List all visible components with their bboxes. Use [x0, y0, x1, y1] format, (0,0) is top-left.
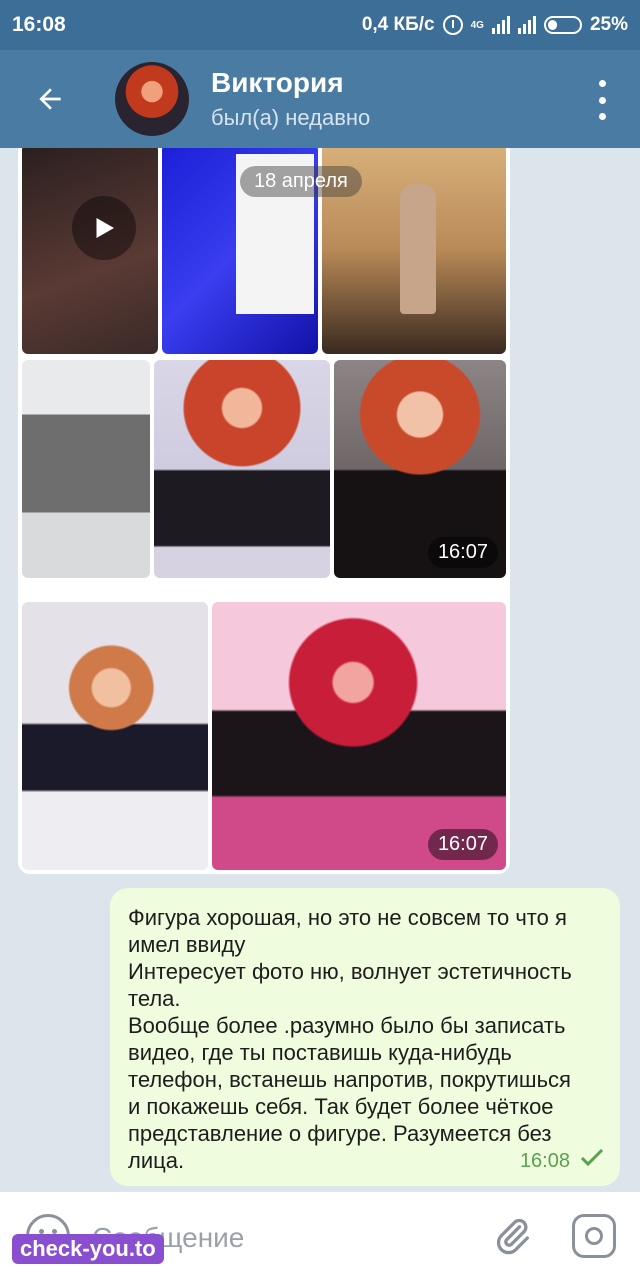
battery-level: 25% [589, 14, 628, 35]
message-time: 16:08 [519, 1149, 570, 1172]
message-line: тела. [128, 986, 181, 1011]
paperclip-icon[interactable] [492, 1216, 532, 1256]
message-line: и покажешь себя. Так будет более чёткое [128, 1094, 554, 1119]
message-line: Интересует фото ню, волнует эстетичность [128, 959, 572, 984]
photo-reading[interactable] [154, 360, 330, 578]
camera-icon[interactable] [572, 1214, 616, 1258]
photo-group-2-time: 16:07 [427, 829, 498, 860]
signal-icon [491, 16, 510, 34]
photo-group-1-time: 16:07 [427, 537, 498, 568]
message-line: Вообще более .разумно было бы записать [128, 1013, 566, 1038]
network-speed: 0,4 КБ/с [361, 14, 435, 35]
back-arrow-icon [39, 88, 61, 110]
message-line: Фигура хорошая, но это не совсем то что … [128, 905, 567, 930]
photo-bed-book[interactable] [22, 602, 208, 870]
signal-icon-2 [517, 16, 536, 34]
avatar[interactable] [115, 62, 189, 136]
contact-status: был(а) недавно [211, 105, 371, 130]
photo-cathedral[interactable] [22, 360, 150, 578]
contact-info[interactable]: Виктория был(а) недавно [211, 67, 370, 131]
status-time: 16:08 [12, 13, 66, 36]
back-button[interactable] [0, 50, 100, 148]
date-label: 18 апреля [240, 166, 362, 197]
contact-name: Виктория [211, 67, 344, 98]
chat-header: Виктория был(а) недавно [0, 50, 640, 148]
play-icon [96, 218, 114, 238]
watermark: check-you.to [12, 1234, 164, 1264]
video-thumbnail[interactable] [22, 148, 158, 354]
message-line: представление о фигуре. Разумеется без [128, 1121, 552, 1146]
network-type-label: 4G [470, 19, 484, 31]
play-button[interactable] [72, 196, 136, 260]
status-bar: 16:08 0,4 КБ/с 4G 25% [0, 0, 640, 50]
status-indicators: 0,4 КБ/с 4G 25% [362, 14, 628, 36]
message-line: видео, где ты поставишь куда-нибудь [128, 1040, 512, 1065]
outgoing-message[interactable]: Фигура хорошая, но это не совсем то что … [110, 888, 620, 1186]
photo-group-2: 16:07 [18, 596, 510, 874]
check-icon [580, 1148, 604, 1174]
photo-pink-pose[interactable]: 16:07 [212, 602, 506, 870]
photo-black-dress[interactable]: 16:07 [334, 360, 506, 578]
alarm-icon [442, 15, 463, 35]
message-line: имел ввиду [128, 932, 246, 957]
battery-icon [543, 16, 582, 34]
chat-area: 16:07 18 апреля 16:07 Фигура хорошая, но… [0, 148, 640, 1192]
message-line: телефон, встанешь напротив, покрутишься [128, 1067, 571, 1092]
message-meta: 16:08 [520, 1148, 604, 1174]
more-vert-icon[interactable] [592, 80, 612, 120]
